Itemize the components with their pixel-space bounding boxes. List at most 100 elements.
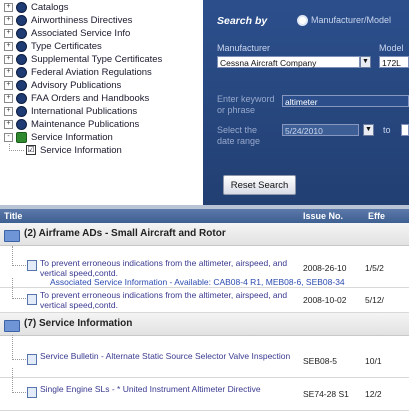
expand-icon[interactable]: + [4, 28, 13, 38]
tree-item-associated-service-info[interactable]: + Associated Service Info [4, 27, 130, 40]
tree-item-faa-orders-and-handbooks[interactable]: + FAA Orders and Handbooks [4, 92, 149, 105]
radio-icon[interactable] [297, 15, 308, 26]
tree-item-label: FAA Orders and Handbooks [31, 93, 150, 104]
catalog-icon [16, 14, 27, 26]
tree-item-airworthiness-directives[interactable]: + Airworthiness Directives [4, 14, 132, 27]
tree-item-service-information[interactable]: - Service Information [4, 131, 113, 144]
catalog-tree: + Catalogs + Airworthiness Directives + Ass… [0, 0, 202, 205]
catalog-icon [16, 79, 27, 91]
tree-connector [12, 278, 26, 299]
expand-icon[interactable]: + [4, 2, 13, 12]
date-to-label: to [383, 125, 391, 135]
tree-item-catalogs[interactable]: + Catalogs [4, 1, 69, 14]
row-issue-no: 2008-26-10 [303, 263, 347, 273]
document-icon [27, 260, 37, 271]
group-row-service-information[interactable]: (7) Service Information [0, 313, 409, 336]
manufacturer-label: Manufacturer [217, 43, 271, 53]
tree-connector [9, 144, 24, 151]
group-title: (2) Airframe ADs - Small Aircraft and Ro… [24, 228, 226, 239]
document-icon [27, 387, 37, 398]
tree-item-supplemental-type-certificates[interactable]: + Supplemental Type Certificates [4, 53, 162, 66]
tree-item-label: Supplemental Type Certificates [31, 54, 163, 65]
reset-search-button[interactable]: Reset Search [223, 175, 296, 195]
table-header: Title Issue No. Effe [0, 209, 409, 223]
expand-icon[interactable]: + [4, 67, 13, 77]
folder-icon [4, 320, 20, 332]
document-icon [27, 294, 37, 305]
catalog-icon [16, 40, 27, 52]
row-issue-no: SEB08-5 [303, 356, 338, 366]
tree-item-label: Type Certificates [31, 41, 102, 52]
column-header-issue-no[interactable]: Issue No. [303, 209, 343, 223]
tree-item-type-certificates[interactable]: + Type Certificates [4, 40, 102, 53]
tree-item-maintenance-publications[interactable]: + Maintenance Publications [4, 118, 139, 131]
search-by-label: Search by [217, 15, 268, 27]
date-from-input[interactable]: 5/24/2010 [282, 124, 359, 136]
tree-item-label: Maintenance Publications [31, 119, 140, 130]
tree-item-label: Service Information [31, 132, 113, 143]
column-header-title[interactable]: Title [4, 209, 22, 223]
row-description[interactable]: To prevent erroneous indications from th… [40, 258, 295, 278]
associated-service-link[interactable]: Associated Service Information - Availab… [50, 277, 345, 287]
expand-icon[interactable]: + [4, 80, 13, 90]
row-effective-date: 1/5/2 [365, 263, 384, 273]
results-table: Title Issue No. Effe (2) Airframe ADs - … [0, 209, 409, 420]
row-description[interactable]: To prevent erroneous indications from th… [40, 290, 295, 310]
row-description[interactable]: Single Engine SLs - * United Instrument … [40, 384, 295, 394]
table-row[interactable]: Single Engine SLs - * United Instrument … [0, 368, 409, 411]
radio-label: Manufacturer/Model [311, 15, 392, 25]
expand-icon[interactable]: + [4, 106, 13, 116]
calendar-icon[interactable]: ▼ [363, 124, 374, 136]
checkbox-icon[interactable]: ☑ [26, 145, 36, 156]
model-label: Model [379, 43, 404, 53]
tree-connector [12, 335, 26, 360]
tree-child-service-information[interactable]: ☑ Service Information [26, 144, 122, 157]
tree-item-advisory-publications[interactable]: + Advisory Publications [4, 79, 121, 92]
catalog-icon [16, 1, 27, 13]
document-icon [27, 354, 37, 365]
keyword-label: Enter keyword or phrase [217, 94, 275, 116]
table-row[interactable]: To prevent erroneous indications from th… [0, 246, 409, 288]
tree-item-label: Federal Aviation Regulations [31, 67, 152, 78]
date-label-line: Select the [217, 125, 258, 135]
tree-item-federal-aviation-regulations[interactable]: + Federal Aviation Regulations [4, 66, 152, 79]
keyword-label-line: or phrase [217, 105, 256, 115]
tree-item-label: Advisory Publications [31, 80, 122, 91]
model-select[interactable]: 172L [379, 56, 409, 68]
group-row-airframe-ads[interactable]: (2) Airframe ADs - Small Aircraft and Ro… [0, 223, 409, 246]
date-label-line: date range [217, 136, 261, 146]
tree-item-label: Airworthiness Directives [31, 15, 133, 26]
keyword-input[interactable]: altimeter [282, 95, 409, 107]
catalog-icon [16, 92, 27, 104]
expand-icon[interactable]: + [4, 54, 13, 64]
tree-connector [12, 368, 26, 393]
tree-connector [12, 246, 26, 266]
expand-icon[interactable]: + [4, 93, 13, 103]
expand-icon[interactable]: + [4, 41, 13, 51]
row-issue-no: SE74-28 S1 [303, 389, 349, 399]
checked-folder-icon [16, 131, 27, 143]
row-effective-date: 12/2 [365, 389, 382, 399]
tree-item-label: International Publications [31, 106, 138, 117]
catalog-icon [16, 53, 27, 65]
column-header-effective[interactable]: Effe [368, 209, 385, 223]
collapse-icon[interactable]: - [4, 132, 13, 142]
tree-item-international-publications[interactable]: + International Publications [4, 105, 137, 118]
chevron-down-icon[interactable]: ▼ [360, 56, 371, 68]
tree-item-label: Catalogs [31, 2, 69, 13]
table-row[interactable]: Service Bulletin - Alternate Static Sour… [0, 335, 409, 378]
tree-item-label: Associated Service Info [31, 28, 131, 39]
date-range-label: Select the date range [217, 125, 260, 147]
expand-icon[interactable]: + [4, 15, 13, 25]
tree-item-label: Service Information [40, 145, 122, 156]
table-row[interactable]: To prevent erroneous indications from th… [0, 278, 409, 313]
search-panel: Search by Manufacturer/Model Manufacture… [203, 0, 409, 205]
keyword-label-line: Enter keyword [217, 94, 275, 104]
row-effective-date: 10/1 [365, 356, 382, 366]
row-effective-date: 5/12/ [365, 295, 384, 305]
date-to-input[interactable] [401, 124, 409, 136]
row-description[interactable]: Service Bulletin - Alternate Static Sour… [40, 351, 295, 361]
expand-icon[interactable]: + [4, 119, 13, 129]
manufacturer-select[interactable]: Cessna Aircraft Company [217, 56, 360, 68]
folder-icon [4, 230, 20, 242]
